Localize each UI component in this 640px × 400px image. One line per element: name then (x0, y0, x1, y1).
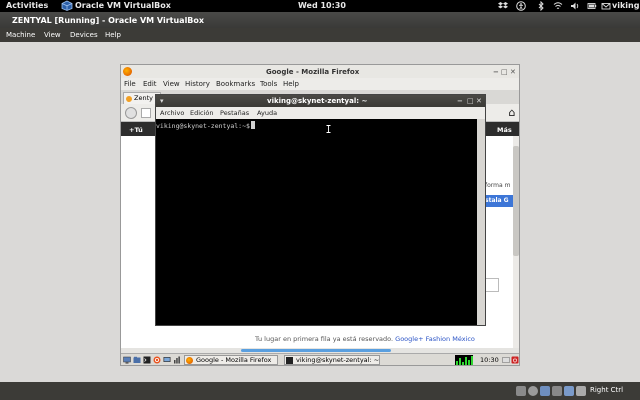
clock[interactable]: Wed 10:30 (298, 1, 346, 11)
user-menu[interactable]: viking (612, 1, 639, 11)
ff-menu-bookmarks[interactable]: Bookmarks (216, 80, 255, 88)
firefox-icon (123, 67, 132, 76)
monitor-icon[interactable] (163, 356, 171, 364)
menu-view[interactable]: View (44, 31, 61, 39)
terminal-launcher-icon[interactable] (143, 356, 151, 364)
ff-menu-view[interactable]: View (163, 80, 180, 88)
terminal-prompt: viking@skynet-zentyal:~$ (156, 121, 255, 130)
google-plus-you-link[interactable]: +Tú (129, 126, 143, 134)
volume-icon[interactable] (570, 1, 580, 11)
task-firefox[interactable]: Google - Mozilla Firefox (184, 355, 278, 365)
mouse-ibeam-icon (326, 125, 331, 133)
menu-machine[interactable]: Machine (6, 31, 35, 39)
site-identity-icon[interactable] (141, 108, 151, 118)
firefox-title-bar: Google - Mozilla Firefox − □ ✕ (121, 65, 519, 78)
menu-devices[interactable]: Devices (70, 31, 98, 39)
terminal-scrollbar[interactable] (477, 119, 485, 325)
promo-text: forma m (485, 182, 511, 189)
keyboard-layout-icon[interactable] (502, 356, 510, 364)
terminal-close-icon[interactable]: ✕ (476, 97, 482, 105)
cpu-graph (455, 355, 473, 365)
back-button-icon[interactable] (125, 107, 137, 119)
terminal-menu-icon[interactable]: ▾ (160, 97, 164, 105)
guest-screen[interactable]: Google - Mozilla Firefox − □ ✕ File Edit… (120, 64, 520, 366)
network-adapter-icon[interactable] (540, 386, 550, 396)
terminal-task-icon (286, 357, 293, 364)
accessibility-icon[interactable] (516, 1, 526, 11)
terminal-menu-bar: Archivo Edición Pestañas Ayuda (156, 107, 485, 119)
ff-menu-file[interactable]: File (124, 80, 136, 88)
mail-icon[interactable] (601, 1, 611, 11)
network-icon[interactable] (553, 1, 563, 11)
gnome-top-bar: Activities Oracle VM VirtualBox Wed 10:3… (0, 0, 640, 12)
term-menu-archivo[interactable]: Archivo (160, 109, 184, 117)
firefox-menu-bar: File Edit View History Bookmarks Tools H… (121, 78, 519, 90)
usb-icon[interactable] (552, 386, 562, 396)
tab-favicon-icon (126, 96, 132, 102)
terminal-window[interactable]: ▾ viking@skynet-zentyal: ~ − □ ✕ Archivo… (155, 94, 486, 326)
term-menu-edicion[interactable]: Edición (190, 109, 214, 117)
page-footer: Tu lugar en primera fila ya está reserva… (255, 335, 475, 343)
minimize-icon[interactable]: − (493, 68, 499, 76)
firefox-window-title: Google - Mozilla Firefox (266, 68, 360, 76)
scrollbar-thumb[interactable] (513, 146, 519, 256)
maximize-icon[interactable]: □ (501, 68, 508, 76)
activities-button[interactable]: Activities (6, 1, 48, 11)
shutdown-icon[interactable] (511, 356, 519, 364)
ff-menu-history[interactable]: History (185, 80, 210, 88)
google-more-link[interactable]: Más (497, 126, 512, 134)
harddisk-icon[interactable] (516, 386, 526, 396)
battery-icon[interactable] (587, 1, 597, 11)
guest-clock[interactable]: 10:30 (480, 356, 499, 364)
tab-label: Zenty (134, 94, 153, 102)
task-terminal[interactable]: viking@skynet-zentyal: ~ (284, 355, 380, 365)
term-menu-pestanas[interactable]: Pestañas (220, 109, 249, 117)
mouse-integration-icon[interactable] (576, 386, 586, 396)
prompt-text: viking@skynet-zentyal:~$ (156, 122, 250, 130)
terminal-maximize-icon[interactable]: □ (467, 97, 474, 105)
vbox-window-title: ZENTYAL [Running] - Oracle VM VirtualBox (12, 16, 205, 25)
dropbox-icon[interactable] (498, 1, 508, 11)
term-menu-ayuda[interactable]: Ayuda (257, 109, 277, 117)
task-terminal-label: viking@skynet-zentyal: ~ (296, 356, 380, 364)
vbox-status-bar: Right Ctrl (0, 382, 640, 400)
menu-help[interactable]: Help (105, 31, 121, 39)
vbox-title-bar: ZENTYAL [Running] - Oracle VM VirtualBox (0, 12, 640, 28)
file-manager-icon[interactable] (133, 356, 141, 364)
system-monitor-icon[interactable] (173, 356, 181, 364)
task-firefox-label: Google - Mozilla Firefox (196, 356, 272, 364)
firefox-task-icon (186, 357, 193, 364)
terminal-body[interactable]: viking@skynet-zentyal:~$ (156, 119, 485, 325)
shared-folder-icon[interactable] (564, 386, 574, 396)
terminal-minimize-icon[interactable]: − (457, 97, 463, 105)
app-menu[interactable]: Oracle VM VirtualBox (75, 1, 171, 11)
guest-taskbar: Google - Mozilla Firefox viking@skynet-z… (121, 353, 519, 365)
install-button[interactable]: stala G (483, 195, 515, 207)
vbox-menu-bar: Machine View Devices Help (0, 28, 640, 42)
text-cursor (250, 121, 255, 129)
close-icon[interactable]: ✕ (510, 68, 516, 76)
optical-drive-icon[interactable] (528, 386, 538, 396)
ff-menu-tools[interactable]: Tools (260, 80, 277, 88)
footer-text: Tu lugar en primera fila ya está reserva… (255, 335, 394, 343)
page-vertical-scrollbar[interactable] (513, 136, 519, 348)
host-key-label: Right Ctrl (590, 386, 624, 394)
ubuntu-logo-icon[interactable] (153, 356, 161, 364)
home-icon[interactable]: ⌂ (506, 106, 518, 119)
ff-menu-edit[interactable]: Edit (143, 80, 157, 88)
virtualbox-app-icon (61, 0, 73, 11)
hscroll-thumb[interactable] (241, 349, 391, 352)
footer-link[interactable]: Google+ Fashion México (395, 335, 475, 343)
show-desktop-icon[interactable] (123, 356, 131, 364)
terminal-window-title: viking@skynet-zentyal: ~ (267, 97, 368, 105)
terminal-title-bar[interactable]: ▾ viking@skynet-zentyal: ~ − □ ✕ (156, 95, 485, 107)
bluetooth-icon[interactable] (536, 1, 546, 11)
ff-menu-help[interactable]: Help (283, 80, 299, 88)
